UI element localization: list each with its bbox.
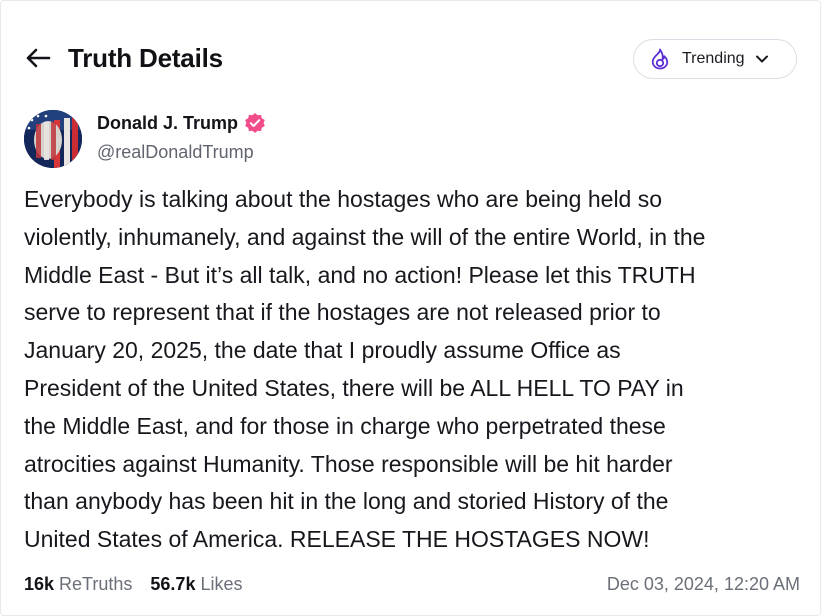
post-text-line: serve to represent that if the hostages … [24, 299, 661, 326]
post-text-line: United States of America. RELEASE THE HO… [24, 526, 650, 553]
page-title: Truth Details [68, 42, 223, 73]
post-author: Donald J. Trump @realDonaldTrump [24, 110, 266, 168]
post-text-line: January 20, 2025, the date that I proudl… [24, 337, 621, 364]
trending-label: Trending [682, 50, 745, 67]
arrow-left-icon [26, 48, 51, 68]
retruths-count: 16k [24, 573, 55, 594]
avatar-image [24, 110, 82, 168]
author-display-name[interactable]: Donald J. Trump [97, 113, 238, 134]
chevron-down-icon [755, 55, 768, 63]
back-button[interactable] [24, 44, 52, 72]
retruths-stat[interactable]: 16k ReTruths [24, 574, 132, 595]
author-handle[interactable]: @realDonaldTrump [97, 142, 266, 163]
likes-label: Likes [200, 573, 243, 594]
post-text-line: violently, inhumanely, and against the w… [24, 223, 706, 250]
avatar[interactable] [24, 110, 82, 168]
post-text-line: Middle East - But it’s all talk, and no … [24, 261, 696, 288]
post-text-line: the Middle East, and for those in charge… [24, 412, 666, 439]
flame-icon [651, 48, 669, 70]
likes-stat[interactable]: 56.7k Likes [150, 574, 242, 595]
likes-count: 56.7k [150, 573, 196, 594]
trending-dropdown[interactable]: Trending [633, 39, 797, 79]
post-text-line: President of the United States, there wi… [24, 374, 684, 401]
page-header: Truth Details [24, 40, 223, 76]
post-text-line: than anybody has been hit in the long an… [24, 488, 669, 515]
verified-badge-icon [244, 112, 266, 134]
post-text-line: atrocities against Humanity. Those respo… [24, 450, 673, 477]
post-text-line: Everybody is talking about the hostages … [24, 186, 663, 212]
post-body: Everybody is talking about the hostages … [24, 181, 804, 559]
post-timestamp: Dec 03, 2024, 12:20 AM [606, 573, 800, 594]
post-footer: 16k ReTruths 56.7k Likes Dec 03, 2024, 1… [24, 570, 800, 598]
retruths-label: ReTruths [59, 573, 133, 594]
